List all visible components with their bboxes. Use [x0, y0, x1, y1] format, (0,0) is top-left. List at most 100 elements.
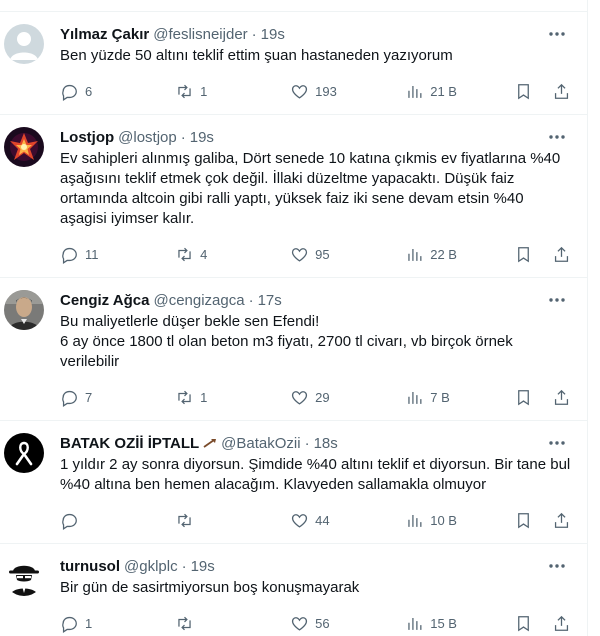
retweet-button[interactable]: 4: [175, 245, 290, 264]
views-button[interactable]: 7 B: [405, 388, 514, 407]
bookmark-button[interactable]: [514, 245, 551, 264]
views-button[interactable]: 21 B: [405, 82, 514, 101]
bookmark-button[interactable]: [514, 82, 551, 101]
heart-icon: [292, 390, 308, 405]
bookmark-icon: [518, 389, 530, 405]
author-name[interactable]: Lostjop: [60, 129, 114, 146]
author-name[interactable]: Cengiz Ağca: [60, 292, 149, 309]
like-count: 193: [315, 83, 337, 99]
analytics-icon: [408, 85, 422, 98]
like-count: 44: [315, 512, 330, 528]
timestamp[interactable]: 18s: [314, 435, 338, 452]
like-button[interactable]: 193: [290, 82, 405, 101]
views-button[interactable]: 15 B: [405, 614, 514, 633]
author-handle[interactable]: @BatakOzii: [221, 435, 300, 452]
tweet-text: Ev sahipleri alınmış galiba, Dört senede…: [60, 150, 565, 227]
retweet-icon: [178, 390, 191, 404]
share-icon: [554, 246, 568, 262]
avatar[interactable]: [4, 556, 44, 596]
tweet-item[interactable]: BATAK OZİİ İPTALL @BatakOzii · 18s 1 yıl…: [0, 421, 587, 544]
tweet-text: Bir gün de sasirtmiyorsun boş konuşmayar…: [60, 579, 360, 596]
share-button[interactable]: [552, 388, 572, 407]
separator-dot: ·: [248, 291, 254, 309]
analytics-icon: [408, 391, 422, 404]
share-button[interactable]: [552, 614, 572, 633]
author-handle[interactable]: @gklplc: [124, 558, 178, 575]
timestamp[interactable]: 19s: [191, 558, 215, 575]
retweet-button[interactable]: [175, 614, 290, 633]
reply-button[interactable]: 7: [60, 388, 175, 407]
more-options-button[interactable]: [547, 435, 567, 451]
bookmark-button[interactable]: [514, 511, 551, 530]
timestamp[interactable]: 19s: [261, 26, 285, 43]
author-handle[interactable]: @feslisneijder: [153, 26, 247, 43]
share-button[interactable]: [552, 511, 572, 530]
avatar[interactable]: [4, 24, 44, 64]
bookmark-button[interactable]: [514, 388, 551, 407]
share-icon: [554, 615, 568, 631]
like-button[interactable]: 95: [290, 245, 405, 264]
bookmark-button[interactable]: [514, 614, 551, 633]
avatar[interactable]: [4, 127, 44, 167]
arrow-emoji-icon: [203, 439, 217, 448]
author-name[interactable]: turnusol: [60, 558, 120, 575]
share-icon: [554, 389, 568, 405]
author-name[interactable]: Yılmaz Çakır: [60, 26, 149, 43]
reply-count: 11: [85, 246, 99, 262]
analytics-icon: [408, 617, 422, 630]
tweet-item[interactable]: Lostjop @lostjop · 19s Ev sahipleri alın…: [0, 115, 587, 278]
more-options-button[interactable]: [547, 558, 567, 574]
more-options-button[interactable]: [547, 129, 567, 145]
tweet-item[interactable]: Yılmaz Çakır @feslisneijder · 19s Ben yü…: [0, 12, 587, 115]
bookmark-icon: [518, 615, 530, 631]
retweet-icon: [178, 616, 191, 630]
share-button[interactable]: [552, 82, 572, 101]
author-name[interactable]: BATAK OZİİ İPTALL: [60, 435, 199, 452]
author-handle[interactable]: @lostjop: [118, 129, 177, 146]
more-options-button[interactable]: [547, 26, 567, 42]
tweet-item[interactable]: Cengiz Ağca @cengizagca · 17s Bu maliyet…: [0, 278, 587, 421]
tweet-text: Ben yüzde 50 altını teklif ettim şuan ha…: [60, 47, 453, 64]
analytics-icon: [408, 248, 422, 261]
like-count: 95: [315, 246, 330, 262]
views-button[interactable]: 22 B: [405, 245, 514, 264]
reply-button[interactable]: 1: [60, 614, 175, 633]
reply-button[interactable]: 11: [60, 245, 175, 264]
tweet-text: Bu maliyetlerle düşer bekle sen Efendi! …: [60, 313, 513, 370]
retweet-button[interactable]: 1: [175, 82, 290, 101]
reply-count: 6: [85, 83, 93, 99]
avatar[interactable]: [4, 433, 44, 473]
like-button[interactable]: 29: [290, 388, 405, 407]
retweet-icon: [178, 247, 191, 261]
bookmark-icon: [518, 512, 530, 528]
share-icon: [554, 512, 568, 528]
retweet-button[interactable]: [175, 511, 290, 530]
share-button[interactable]: [552, 245, 572, 264]
timestamp[interactable]: 19s: [190, 129, 214, 146]
like-button[interactable]: 44: [290, 511, 405, 530]
reply-count: 7: [85, 389, 93, 405]
bookmark-icon: [518, 83, 530, 99]
reply-icon: [62, 513, 77, 530]
separator-dot: ·: [180, 128, 186, 146]
tweet-item[interactable]: turnusol @gklplc · 19s Bir gün de sasirt…: [0, 544, 587, 636]
more-icon: [549, 441, 565, 445]
retweet-button[interactable]: 1: [175, 388, 290, 407]
timestamp[interactable]: 17s: [258, 292, 282, 309]
author-handle[interactable]: @cengizagca: [153, 292, 244, 309]
retweet-count: 1: [200, 83, 208, 99]
retweet-icon: [178, 513, 191, 527]
retweet-count: 4: [200, 246, 208, 262]
like-count: 29: [315, 389, 330, 405]
share-icon: [554, 83, 568, 99]
heart-icon: [292, 247, 308, 262]
reply-button[interactable]: 6: [60, 82, 175, 101]
like-button[interactable]: 56: [290, 614, 405, 633]
more-options-button[interactable]: [547, 292, 567, 308]
separator-dot: ·: [251, 25, 257, 43]
avatar[interactable]: [4, 290, 44, 330]
retweet-count: 1: [200, 389, 208, 405]
views-button[interactable]: 10 B: [405, 511, 514, 530]
reply-button[interactable]: [60, 511, 175, 530]
retweet-icon: [178, 84, 191, 98]
